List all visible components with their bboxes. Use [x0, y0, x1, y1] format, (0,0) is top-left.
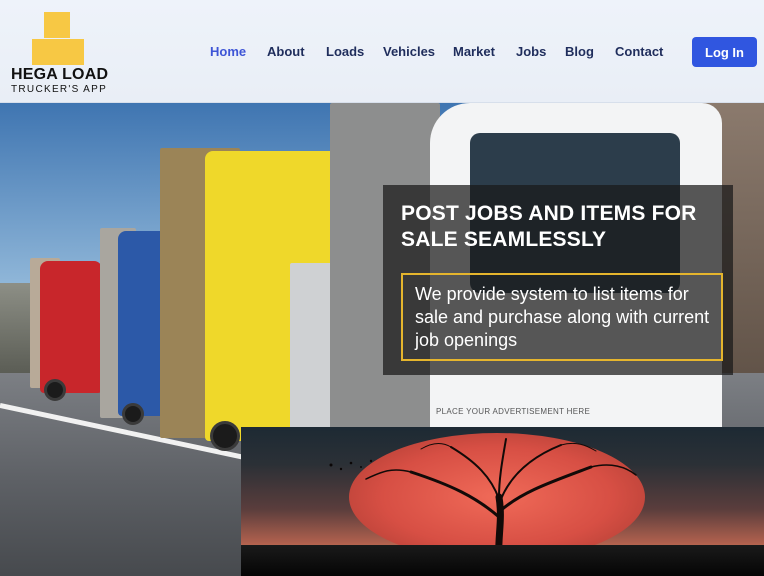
hero-description: We provide system to list items for sale…: [415, 284, 710, 350]
logo-box-icon: [58, 39, 84, 65]
nav-jobs[interactable]: Jobs: [516, 44, 546, 59]
site-header: HEGA LOAD TRUCKER'S APP Home About Loads…: [0, 0, 764, 103]
ad-ground: [241, 545, 764, 576]
brand-logo[interactable]: HEGA LOAD TRUCKER'S APP: [10, 12, 110, 98]
hero-description-frame: We provide system to list items for sale…: [401, 273, 723, 361]
hero-title: POST JOBS AND ITEMS FOR SALE SEAMLESSLY: [401, 202, 697, 251]
nav-blog[interactable]: Blog: [565, 44, 594, 59]
ad-caption: PLACE YOUR ADVERTISEMENT HERE: [436, 407, 591, 416]
advertisement-image[interactable]: [241, 427, 764, 576]
nav-market[interactable]: Market: [453, 44, 495, 59]
nav-home[interactable]: Home: [210, 44, 246, 59]
nav-loads[interactable]: Loads: [326, 44, 364, 59]
brand-name: HEGA LOAD: [11, 66, 109, 83]
hero-text-panel: POST JOBS AND ITEMS FOR SALE SEAMLESSLY …: [383, 185, 733, 375]
brand-tagline: TRUCKER'S APP: [11, 84, 108, 95]
nav-vehicles[interactable]: Vehicles: [383, 44, 435, 59]
nav-contact[interactable]: Contact: [615, 44, 663, 59]
logo-box-icon: [44, 12, 70, 38]
logo-box-icon: [32, 39, 58, 65]
nav-about[interactable]: About: [267, 44, 305, 59]
login-button[interactable]: Log In: [692, 37, 757, 67]
